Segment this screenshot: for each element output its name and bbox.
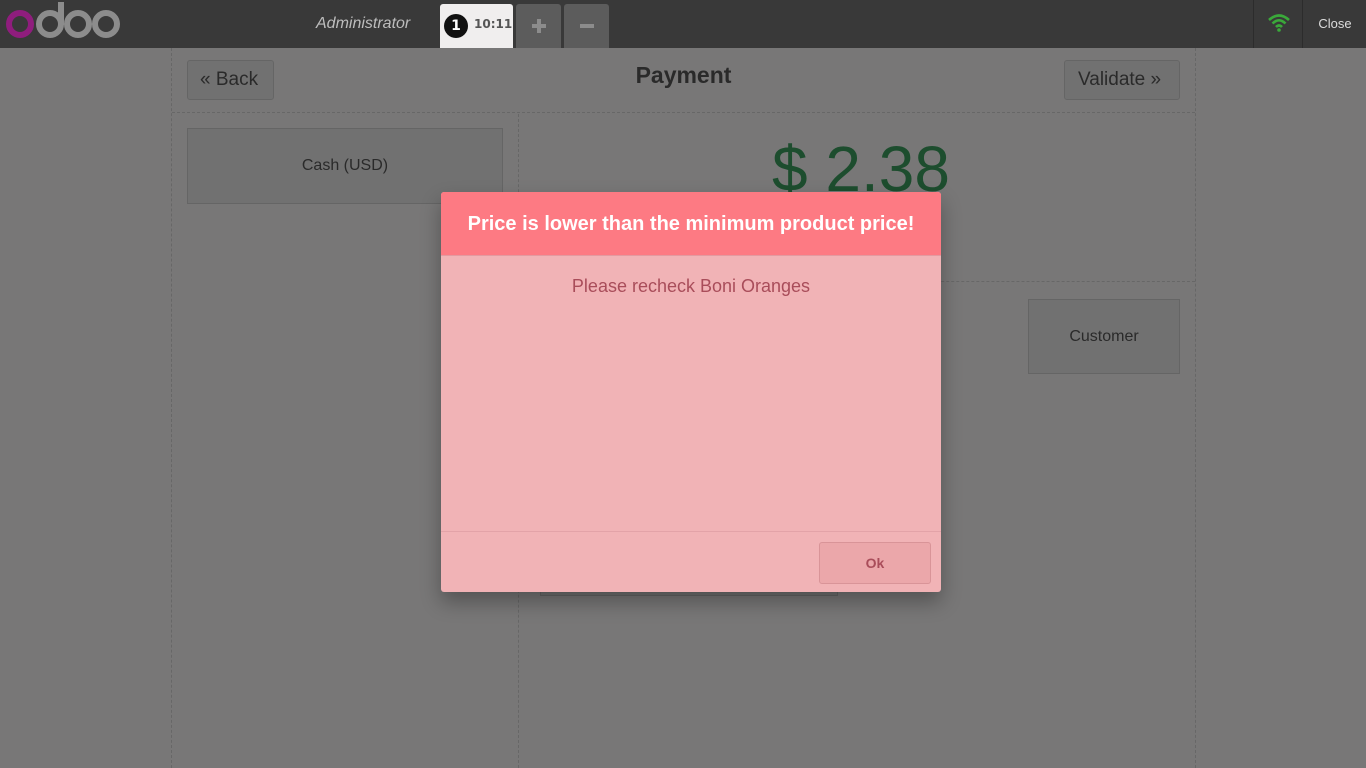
popup-footer: Ok [441,531,941,592]
order-number-badge: 1 [444,14,468,38]
order-tab[interactable]: 1 10:11 [440,4,513,48]
error-popup: Price is lower than the minimum product … [441,192,941,592]
popup-message: Please recheck Boni Oranges [571,276,811,296]
popup-title: Price is lower than the minimum product … [441,192,941,256]
connection-status[interactable] [1253,0,1303,48]
pos-topbar: Administrator 1 10:11 Close [0,0,1366,48]
close-button[interactable]: Close [1304,0,1366,48]
wifi-icon [1268,14,1290,32]
delete-order-button[interactable] [564,4,609,48]
odoo-logo [6,2,120,38]
plus-icon [532,19,546,33]
user-name[interactable]: Administrator [316,15,410,33]
order-time: 10:11 [474,17,513,31]
ok-button[interactable]: Ok [819,542,931,584]
new-order-button[interactable] [516,4,561,48]
minus-icon [580,24,594,28]
